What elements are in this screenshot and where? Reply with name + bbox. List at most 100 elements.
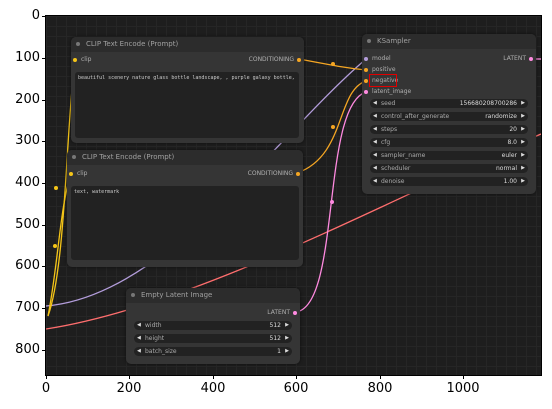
collapse-dot-icon[interactable] [76,42,80,46]
collapse-dot-icon[interactable] [131,293,135,297]
empty-latent-image-node[interactable]: Empty Latent Image LATENT ◀ width 512 ▶ … [126,288,300,364]
widget-name: sampler_name [381,152,426,159]
link-midpoint [331,125,335,129]
x-tick-label: 200 [116,381,142,396]
seed-widget[interactable]: ◀ seed 156680208700286 ▶ [370,99,528,108]
y-tick-label: 200 [15,92,40,107]
widget-value: normal [495,165,517,172]
y-tick-label: 100 [15,50,40,65]
increment-arrow-icon[interactable]: ▶ [285,347,289,356]
decrement-arrow-icon[interactable]: ◀ [137,321,141,330]
ksampler-node[interactable]: KSampler model positive negative latent_… [362,34,536,194]
latent-image-input-dot-icon[interactable] [364,90,368,94]
decrement-arrow-icon[interactable]: ◀ [373,151,377,160]
conditioning-output-label: CONDITIONING [248,56,294,63]
y-tick-label: 800 [15,342,40,357]
positive-input-label: positive [372,66,396,73]
increment-arrow-icon[interactable]: ▶ [521,112,525,121]
x-tick-mark [463,375,464,379]
height-widget[interactable]: ◀ height 512 ▶ [134,334,292,343]
decrement-arrow-icon[interactable]: ◀ [137,334,141,343]
scheduler-widget[interactable]: ◀ scheduler normal ▶ [370,164,528,173]
widget-name: height [145,335,165,342]
widget-value: randomize [485,113,517,120]
y-tick-label: 600 [15,258,40,273]
x-tick-label: 1000 [446,381,480,396]
y-tick-label: 500 [15,217,40,232]
clip-input-label: clip [77,170,88,177]
widget-value: 20 [509,126,517,133]
cfg-widget[interactable]: ◀ cfg 8.0 ▶ [370,138,528,147]
increment-arrow-icon[interactable]: ▶ [285,321,289,330]
increment-arrow-icon[interactable]: ▶ [285,334,289,343]
conditioning-output-dot-icon[interactable] [296,172,300,176]
model-input-dot-icon[interactable] [364,57,368,61]
decrement-arrow-icon[interactable]: ◀ [373,138,377,147]
conditioning-output-label: CONDITIONING [247,170,293,177]
clip-text-encode-positive-node[interactable]: CLIP Text Encode (Prompt) clip CONDITION… [71,37,304,143]
y-tick-label: 300 [15,133,40,148]
clip-text-encode-negative-node[interactable]: CLIP Text Encode (Prompt) clip CONDITION… [67,150,303,267]
conditioning-output-dot-icon[interactable] [297,58,301,62]
widget-value: 512 [269,335,281,342]
model-input-label: model [372,55,391,62]
clip-input-label: clip [81,56,92,63]
widget-value: 1.00 [503,178,517,185]
node-title: CLIP Text Encode (Prompt) [86,40,179,48]
increment-arrow-icon[interactable]: ▶ [521,177,525,186]
decrement-arrow-icon[interactable]: ◀ [373,125,377,134]
increment-arrow-icon[interactable]: ▶ [521,164,525,173]
node-header[interactable]: CLIP Text Encode (Prompt) [67,150,303,165]
latent-output-label: LATENT [503,55,526,62]
batch-size-widget[interactable]: ◀ batch_size 1 ▶ [134,347,292,356]
width-widget[interactable]: ◀ width 512 ▶ [134,321,292,330]
sampler-name-widget[interactable]: ◀ sampler_name euler ▶ [370,151,528,160]
link-midpoint [331,62,335,66]
node-graph-canvas[interactable]: CLIP Text Encode (Prompt) clip CONDITION… [45,15,542,376]
increment-arrow-icon[interactable]: ▶ [521,99,525,108]
collapse-dot-icon[interactable] [367,39,371,43]
node-header[interactable]: Empty Latent Image [126,288,300,303]
widget-name: seed [381,100,396,107]
increment-arrow-icon[interactable]: ▶ [521,138,525,147]
x-tick-mark [380,375,381,379]
node-header[interactable]: KSampler [362,34,536,49]
clip-input-dot-icon[interactable] [69,172,73,176]
negative-highlight-box [369,74,397,87]
positive-input-dot-icon[interactable] [364,68,368,72]
widget-value: 512 [269,322,281,329]
increment-arrow-icon[interactable]: ▶ [521,151,525,160]
decrement-arrow-icon[interactable]: ◀ [373,99,377,108]
latent-output-dot-icon[interactable] [293,311,297,315]
decrement-arrow-icon[interactable]: ◀ [373,112,377,121]
decrement-arrow-icon[interactable]: ◀ [373,177,377,186]
decrement-arrow-icon[interactable]: ◀ [373,164,377,173]
y-tick-label: 400 [15,175,40,190]
latent-output-label: LATENT [267,309,290,316]
widget-value: 156680208700286 [459,100,517,107]
latent-image-input-label: latent_image [372,88,412,95]
collapse-dot-icon[interactable] [72,155,76,159]
widget-name: control_after_generate [381,113,450,120]
steps-widget[interactable]: ◀ steps 20 ▶ [370,125,528,134]
x-tick-mark [46,375,47,379]
widget-name: batch_size [145,348,177,355]
widget-name: width [145,322,162,329]
control-after-generate-widget[interactable]: ◀ control_after_generate randomize ▶ [370,112,528,121]
widget-name: cfg [381,139,391,146]
node-header[interactable]: CLIP Text Encode (Prompt) [71,37,304,52]
clip-input-dot-icon[interactable] [73,58,77,62]
decrement-arrow-icon[interactable]: ◀ [137,347,141,356]
node-title: CLIP Text Encode (Prompt) [82,153,175,161]
widget-name: steps [381,126,398,133]
prompt-text-area[interactable]: beautiful scenery nature glass bottle la… [75,72,299,138]
x-tick-label: 0 [41,381,51,396]
increment-arrow-icon[interactable]: ▶ [521,125,525,134]
latent-output-dot-icon[interactable] [529,57,533,61]
widget-name: scheduler [381,165,411,172]
widget-value: euler [501,152,517,159]
denoise-widget[interactable]: ◀ denoise 1.00 ▶ [370,177,528,186]
x-tick-mark [213,375,214,379]
negative-input-dot-icon[interactable] [364,79,368,83]
prompt-text-area[interactable]: text, watermark [71,186,299,260]
